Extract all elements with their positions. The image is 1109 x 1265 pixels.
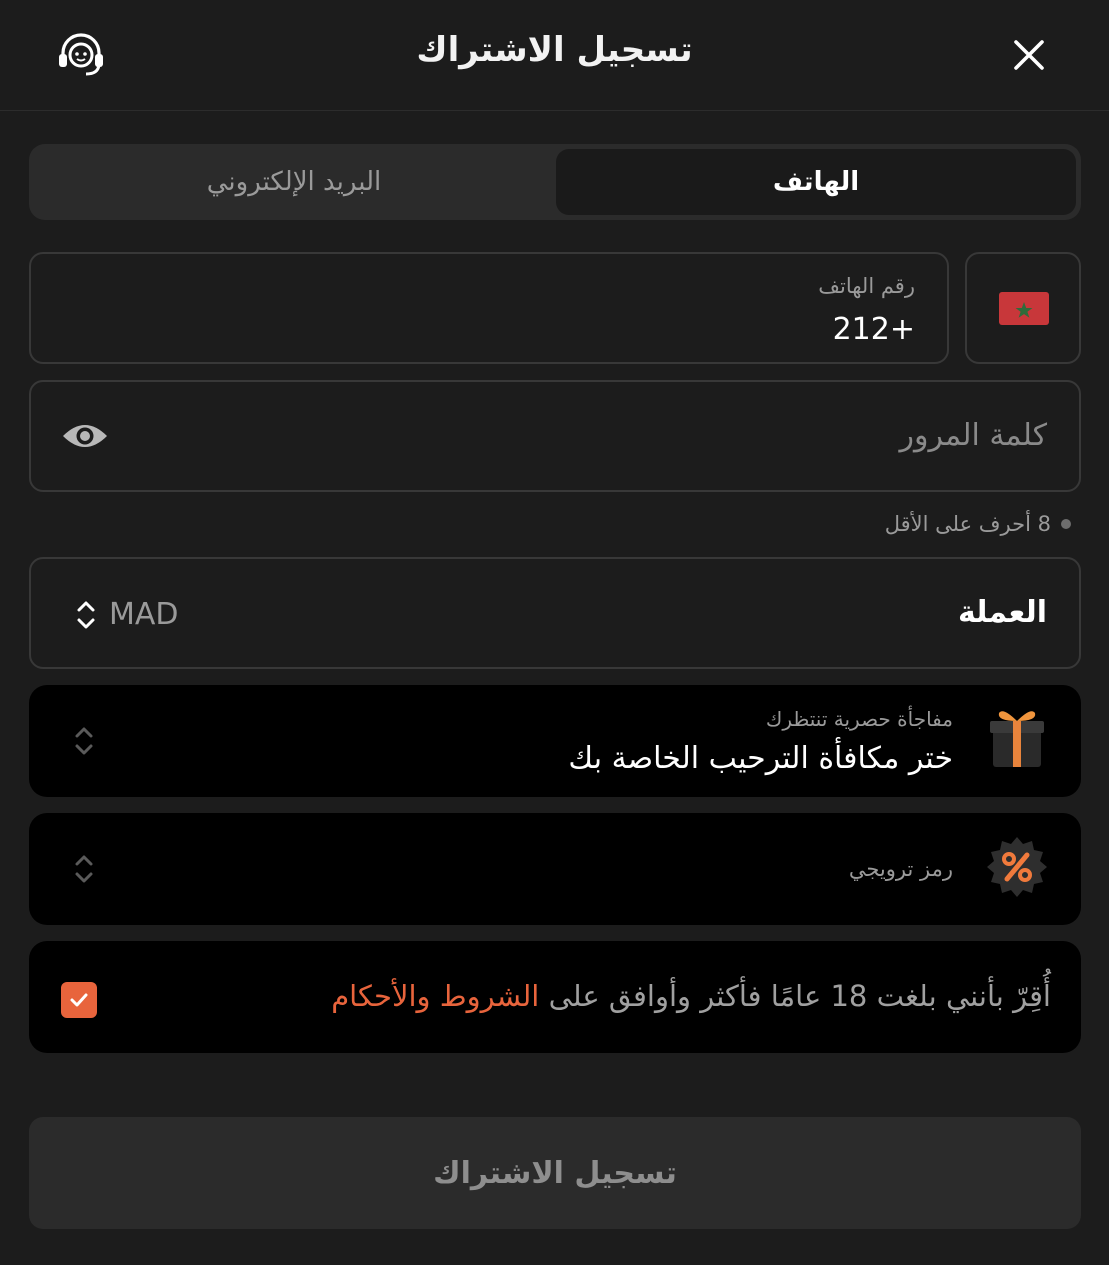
- bonus-subtitle: مفاجأة حصرية تنتظرك: [765, 707, 953, 731]
- welcome-bonus-selector[interactable]: مفاجأة حصرية تنتظرك ختر مكافأة الترحيب ا…: [29, 685, 1081, 797]
- percent-badge-icon: [987, 837, 1047, 897]
- terms-agreement: أُقِرّ بأنني بلغت 18 عامًا فأكثر وأوافق …: [29, 941, 1081, 1053]
- morocco-flag-icon: [999, 292, 1049, 325]
- tab-phone[interactable]: الهاتف: [556, 149, 1076, 215]
- eye-icon: [63, 425, 107, 447]
- chevron-up-down-icon: [75, 727, 93, 755]
- currency-selector[interactable]: العملة MAD: [29, 557, 1081, 669]
- close-button[interactable]: [1008, 34, 1050, 76]
- currency-value: MAD: [109, 597, 179, 632]
- phone-number-input[interactable]: +212: [833, 312, 915, 347]
- chevron-up-down-icon: [75, 855, 93, 883]
- tab-email[interactable]: البريد الإلكتروني: [34, 149, 554, 215]
- terms-statement: أُقِرّ بأنني بلغت 18 عامًا فأكثر وأوافق …: [539, 979, 1051, 1013]
- terms-text: أُقِرّ بأنني بلغت 18 عامًا فأكثر وأوافق …: [331, 979, 1051, 1013]
- password-field[interactable]: كلمة المرور: [29, 380, 1081, 492]
- promo-code-selector[interactable]: رمز ترويجي: [29, 813, 1081, 925]
- password-input[interactable]: كلمة المرور: [899, 418, 1047, 453]
- password-hint: 8 أحرف على الأقل: [885, 512, 1071, 536]
- signup-method-tabs: الهاتف البريد الإلكتروني: [29, 144, 1081, 220]
- modal-title: تسجيل الاشتراك: [416, 30, 693, 70]
- gift-icon: [990, 711, 1044, 767]
- bonus-title: ختر مكافأة الترحيب الخاصة بك: [568, 741, 953, 776]
- terms-link[interactable]: الشروط والأحكام: [331, 979, 539, 1013]
- registration-modal: تسجيل الاشتراك الهاتف البريد الإلكتروني …: [0, 0, 1109, 1265]
- modal-header: تسجيل الاشتراك: [0, 0, 1109, 111]
- currency-label: العملة: [957, 595, 1047, 630]
- register-button[interactable]: تسجيل الاشتراك: [29, 1117, 1081, 1229]
- password-hint-text: 8 أحرف على الأقل: [884, 512, 1051, 536]
- bullet-icon: [1061, 519, 1071, 529]
- toggle-password-visibility[interactable]: [61, 420, 109, 452]
- phone-number-field[interactable]: رقم الهاتف +212: [29, 252, 949, 364]
- terms-checkbox[interactable]: [61, 982, 97, 1018]
- chevron-up-down-icon: [77, 601, 95, 629]
- country-selector[interactable]: [965, 252, 1081, 364]
- close-icon: [1014, 40, 1044, 70]
- phone-number-label: رقم الهاتف: [818, 274, 915, 298]
- promo-code-label: رمز ترويجي: [848, 857, 953, 881]
- checkmark-icon: [70, 993, 88, 1007]
